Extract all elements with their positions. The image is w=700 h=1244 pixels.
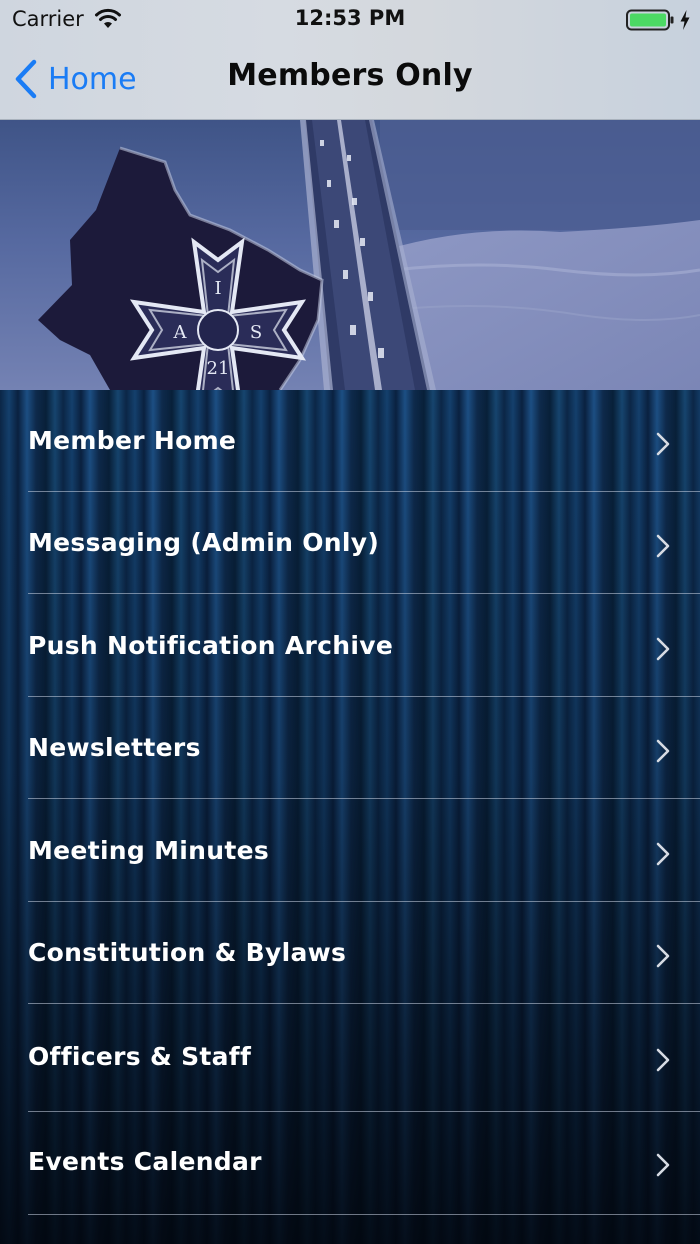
menu-item-label: Newsletters — [28, 733, 201, 762]
top-bar: Carrier 12:53 PM Home Members Only — [0, 0, 700, 120]
menu-item-label: Officers & Staff — [28, 1042, 252, 1071]
status-bar: Carrier 12:53 PM — [0, 0, 700, 40]
hero-banner-image: I A S 21 — [0, 120, 700, 390]
status-time: 12:53 PM — [294, 6, 406, 30]
emblem-letter-top: I — [214, 278, 221, 299]
navigation-bar: Home Members Only — [0, 40, 700, 120]
menu-item-meeting-minutes[interactable]: Meeting Minutes — [28, 800, 700, 902]
emblem-letter-left: A — [173, 322, 188, 343]
emblem-letter-right: S — [250, 322, 262, 343]
battery-icon — [626, 9, 674, 31]
menu-item-label: Member Home — [28, 426, 237, 455]
chevron-right-icon — [656, 1048, 670, 1072]
row-separator — [28, 798, 700, 799]
chevron-right-icon — [656, 739, 670, 763]
menu-item-push-notification-archive[interactable]: Push Notification Archive — [28, 595, 700, 697]
menu-item-label: Messaging (Admin Only) — [28, 528, 380, 557]
chevron-right-icon — [656, 432, 670, 456]
menu-item-label: Meeting Minutes — [28, 836, 270, 865]
chevron-right-icon — [656, 1153, 670, 1177]
menu-item-officers-staff[interactable]: Officers & Staff — [28, 1010, 700, 1112]
row-separator — [28, 1003, 700, 1004]
row-separator — [28, 1214, 700, 1215]
menu-item-events-calendar[interactable]: Events Calendar — [28, 1113, 700, 1215]
menu-item-label: Events Calendar — [28, 1147, 262, 1176]
menu-item-messaging[interactable]: Messaging (Admin Only) — [28, 492, 700, 594]
charging-bolt-icon — [680, 10, 690, 30]
page-title: Members Only — [227, 58, 473, 93]
chevron-right-icon — [656, 637, 670, 661]
menu-item-label: Constitution & Bylaws — [28, 938, 347, 967]
members-menu-list: Member Home Messaging (Admin Only) Push … — [0, 390, 700, 1244]
chevron-right-icon — [656, 944, 670, 968]
menu-item-constitution-bylaws[interactable]: Constitution & Bylaws — [28, 902, 700, 1004]
hero-banner: I A S 21 — [0, 120, 700, 390]
row-separator — [28, 1111, 700, 1112]
chevron-right-icon — [656, 534, 670, 558]
emblem-number: 21 — [207, 358, 230, 379]
row-separator — [28, 593, 700, 594]
menu-item-newsletters[interactable]: Newsletters — [28, 697, 700, 799]
menu-item-label: Push Notification Archive — [28, 631, 394, 660]
menu-item-member-home[interactable]: Member Home — [28, 390, 700, 492]
chevron-right-icon — [656, 842, 670, 866]
